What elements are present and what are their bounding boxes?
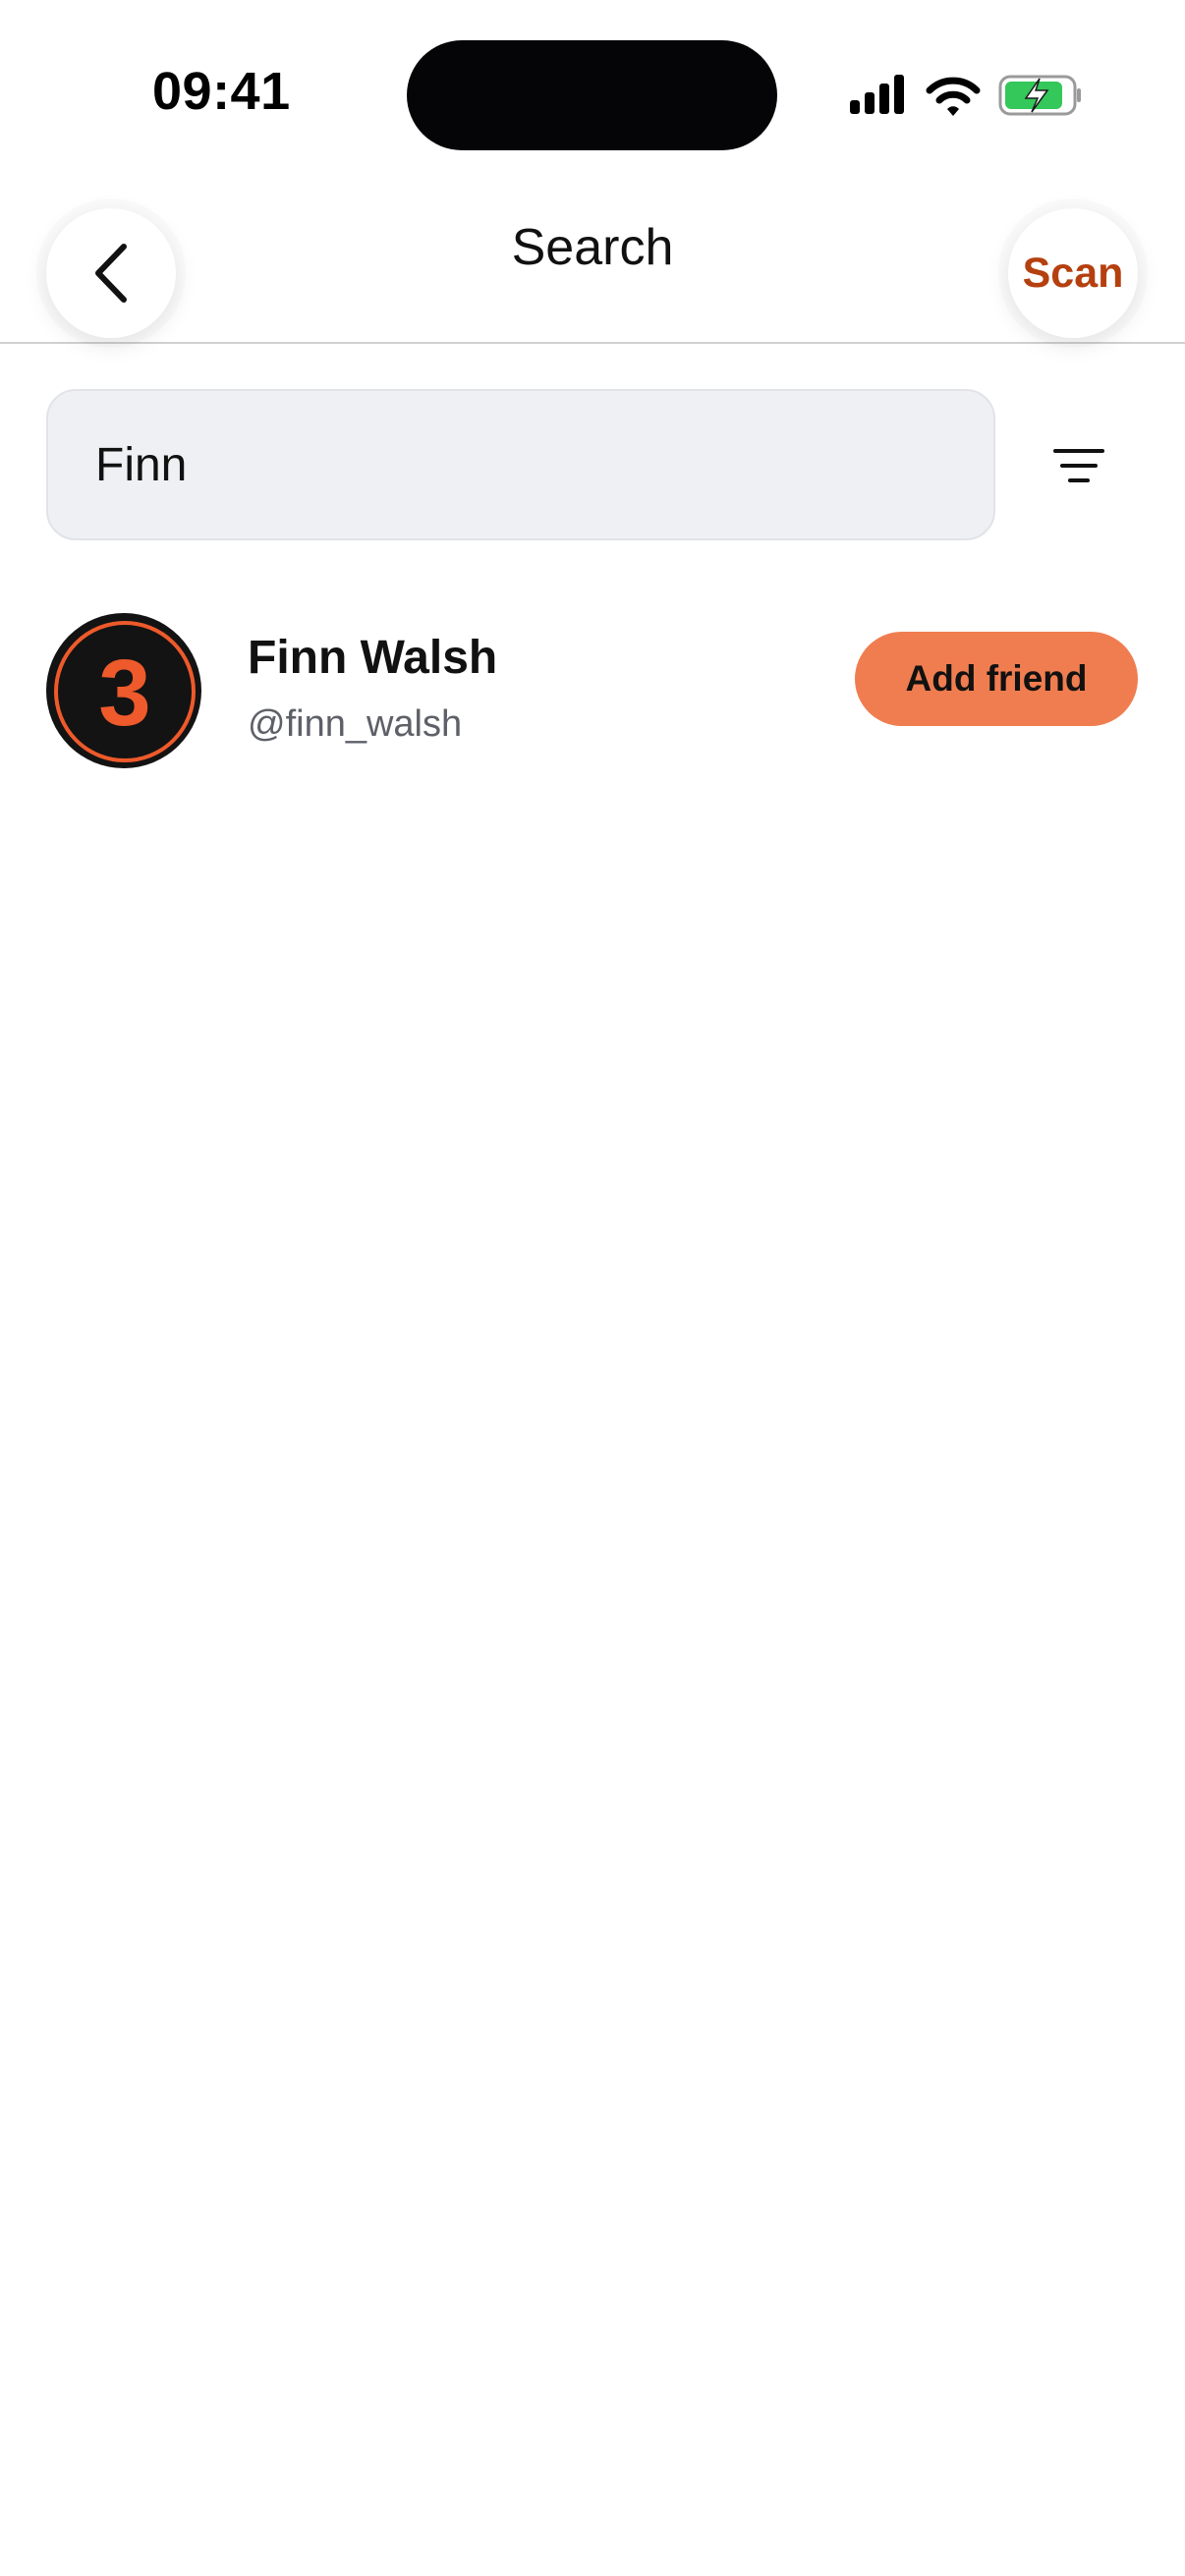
- battery-charging-icon: [998, 75, 1081, 116]
- status-time: 09:41: [152, 62, 291, 121]
- avatar-ring: 3: [54, 621, 196, 762]
- wifi-icon: [926, 77, 981, 116]
- search-field[interactable]: [46, 389, 995, 540]
- status-bar: 09:41: [0, 0, 1185, 177]
- dynamic-island: [407, 40, 777, 150]
- avatar: 3: [46, 613, 201, 768]
- avatar-digit: 3: [98, 641, 151, 746]
- add-friend-button[interactable]: Add friend: [855, 632, 1138, 726]
- scan-button-label: Scan: [1022, 249, 1124, 297]
- filter-button[interactable]: [1042, 428, 1116, 503]
- filter-icon: [1053, 449, 1104, 482]
- scan-button[interactable]: Scan: [1008, 208, 1138, 338]
- user-handle: @finn_walsh: [248, 703, 463, 745]
- status-icons: [845, 71, 1081, 120]
- nav-bar: Search Scan: [0, 177, 1185, 344]
- page-title: Search: [511, 219, 674, 276]
- search-input[interactable]: [95, 391, 960, 538]
- user-name: Finn Walsh: [248, 632, 498, 684]
- cellular-signal-icon: [850, 75, 904, 114]
